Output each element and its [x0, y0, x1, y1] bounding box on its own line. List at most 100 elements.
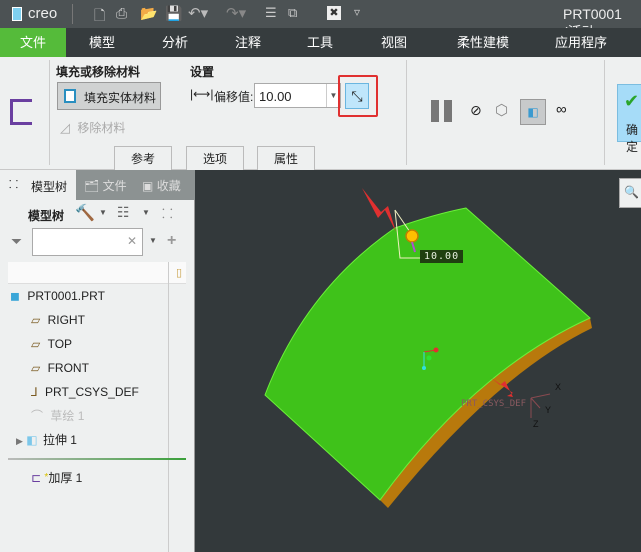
insert-indicator	[8, 458, 186, 460]
filter-icon: ⏷	[11, 233, 23, 249]
confirm-button[interactable]: ✔ 确定	[617, 84, 641, 154]
thickness-edge	[380, 500, 593, 535]
graphics-viewport[interactable]: 10.00 PRT_CSYS_DEF X Y Z 🔍	[195, 170, 641, 552]
remove-material-label: 移除材料	[77, 121, 126, 135]
title-bar: creo 🗋 ⎙ 📂 💾 ↶▾ ↷▾ ☰ ⧉ ✖ ▿ PRT0001 (活动	[0, 0, 641, 40]
tree-item-csys[interactable]: ⅃ PRT_CSYS_DEF	[31, 380, 139, 404]
tab-references[interactable]: 参考	[114, 146, 172, 170]
confirm-label: 确定	[626, 123, 639, 154]
model-canvas	[264, 188, 593, 535]
tab-files[interactable]: 🗂 文件	[84, 177, 134, 194]
fill-solid-button[interactable]: 填充实体材料	[57, 82, 161, 110]
csys-label: PRT_CSYS_DEF	[461, 399, 527, 409]
tree-item-label: 加厚 1	[48, 471, 83, 485]
axis-y-label: Y	[545, 405, 552, 415]
dimension-value-label[interactable]: 10.00	[420, 250, 464, 263]
creo-logo-icon	[12, 7, 22, 21]
tree-item-label: 拉伸 1	[42, 433, 77, 447]
drag-handle	[405, 229, 419, 243]
tree-item-label: PRT0001.PRT	[27, 289, 105, 303]
settings-tools-icon[interactable]: 🔨	[75, 203, 95, 223]
part-icon: ◼	[10, 289, 20, 303]
chevron-down-icon[interactable]: ▼	[149, 236, 157, 245]
menu-model[interactable]: 模型	[72, 28, 132, 57]
redo-icon[interactable]: ↷▾	[226, 4, 246, 22]
menu-view[interactable]: 视图	[364, 28, 424, 57]
tree-item-front[interactable]: ▱ FRONT	[31, 356, 89, 380]
add-icon[interactable]: +	[167, 232, 176, 250]
solid-icon	[64, 89, 76, 103]
favorites-icon: ▣	[142, 179, 154, 193]
glasses-icon[interactable]: ∞	[556, 101, 567, 118]
tree-columns-icon[interactable]: ⸬	[162, 204, 173, 222]
tree-item-top[interactable]: ▱ TOP	[31, 332, 72, 356]
verify-icon[interactable]: ◧	[520, 99, 546, 125]
tab-model-tree[interactable]: ⸬ 模型树	[0, 170, 76, 200]
thicken-feature-icon	[10, 99, 32, 125]
new-file-icon[interactable]: 🗋	[94, 5, 105, 29]
model-tree-label: 模型树	[28, 209, 65, 223]
ribbon: 填充或移除材料 填充实体材料 ◿ 移除材料 设置 |⟷| 偏移值: 10.00 …	[0, 57, 641, 170]
tree-item-thicken[interactable]: ⊏ *加厚 1	[31, 466, 82, 490]
annotation-arrow	[362, 188, 396, 232]
tab-model-tree-label: 模型树	[31, 180, 68, 194]
menu-tools[interactable]: 工具	[290, 28, 350, 57]
tab-properties[interactable]: 属性	[257, 146, 315, 170]
settings-title: 设置	[190, 65, 215, 79]
view-search-button[interactable]: 🔍	[619, 178, 641, 208]
chevron-down-icon[interactable]: ▼	[142, 208, 150, 217]
print-icon[interactable]: ⎙	[116, 5, 127, 22]
tree-icon: ⸬	[9, 179, 19, 191]
fill-solid-label: 填充实体材料	[84, 91, 157, 105]
save-icon[interactable]: 💾	[165, 5, 182, 22]
tree-item-right[interactable]: ▱ RIGHT	[31, 308, 85, 332]
no-preview-icon[interactable]: ⊘	[470, 102, 482, 119]
datum-plane-icon: ▱	[31, 337, 41, 351]
tab-favorites[interactable]: ▣ 收藏	[142, 177, 187, 194]
csys-icon: ⅃	[31, 385, 38, 399]
regenerate-icon[interactable]: ☰	[265, 5, 277, 21]
offset-dimension-icon: |⟷|	[190, 87, 214, 101]
tree-header	[8, 262, 186, 284]
preview-geometry-icon[interactable]: ⬡	[495, 101, 508, 119]
menu-applications[interactable]: 应用程序	[548, 28, 614, 57]
extrude-icon: ◧	[26, 433, 38, 447]
offset-label: 偏移值:	[214, 90, 254, 104]
close-window-icon[interactable]: ✖	[327, 6, 341, 20]
model-tree-panel: ⸬ 模型树 🗂 文件 ▣ 收藏 模型树 🔨 ▼ ☷ ▼ ⸬ ⏷ ✕ ▼ + ▯ …	[0, 170, 195, 552]
show-list-icon[interactable]: ☷	[117, 204, 130, 221]
customize-dropdown-icon[interactable]: ▿	[354, 5, 360, 19]
search-icon: 🔍	[624, 185, 639, 199]
chevron-down-icon[interactable]: ▼	[99, 208, 107, 217]
sketch-icon: ⌒	[31, 409, 44, 423]
tab-files-label: 文件	[102, 179, 127, 193]
pause-icon-bar	[444, 100, 452, 122]
axis-x-label: X	[555, 382, 562, 392]
tab-options[interactable]: 选项	[186, 146, 244, 170]
filter-input[interactable]: ✕	[32, 228, 143, 256]
clear-icon[interactable]: ✕	[127, 234, 137, 248]
menu-annotate[interactable]: 注释	[218, 28, 278, 57]
tree-item-extrude[interactable]: ▶ ◧ 拉伸 1	[16, 428, 77, 452]
checkmark-icon: ✔	[624, 91, 640, 111]
menu-file[interactable]: 文件	[0, 28, 66, 57]
fill-remove-title: 填充或移除材料	[56, 65, 141, 79]
datum-plane-icon: ▱	[31, 361, 41, 375]
flip-direction-button[interactable]: ⤡	[345, 83, 369, 109]
undo-icon[interactable]: ↶▾	[188, 4, 208, 22]
tree-item-label: RIGHT	[47, 313, 85, 327]
menu-analysis[interactable]: 分析	[145, 28, 205, 57]
tree-item-sketch[interactable]: ⌒ 草绘 1	[31, 404, 84, 428]
windows-icon[interactable]: ⧉	[288, 5, 297, 21]
menu-flexible-modeling[interactable]: 柔性建模	[448, 28, 518, 57]
expand-icon[interactable]: ▶	[16, 436, 23, 446]
open-icon[interactable]: 📂	[140, 5, 157, 22]
tree-item-label: FRONT	[47, 361, 89, 375]
datum-plane-icon: ▱	[31, 313, 41, 327]
tree-item-part[interactable]: ◼ PRT0001.PRT	[10, 284, 105, 308]
menu-bar: 文件 模型 分析 注释 工具 视图 柔性建模 应用程序	[0, 28, 641, 57]
pause-icon[interactable]	[431, 100, 439, 122]
offset-value-input[interactable]: 10.00 ▼	[254, 83, 341, 108]
remove-material-button[interactable]: ◿ 移除材料	[60, 119, 162, 137]
folder-icon: 🗂	[84, 179, 100, 193]
